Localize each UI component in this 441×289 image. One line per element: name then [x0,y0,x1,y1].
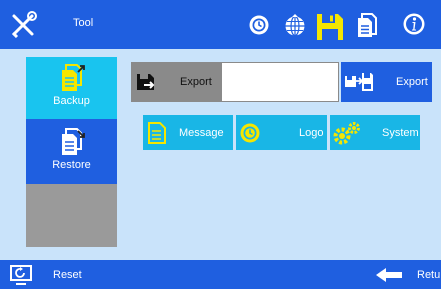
sidebar-item-restore[interactable]: Restore [26,121,117,183]
return-label: Retu [417,269,441,281]
clock-icon[interactable] [248,14,270,36]
logo-clock-icon [239,122,261,144]
reset-monitor-icon [10,265,32,285]
return-button[interactable]: Retu [374,264,441,286]
system-label: System [382,126,419,139]
export-path-input[interactable] [221,62,339,102]
export-copy-disk-icon [344,71,374,93]
export-disk-icon [136,72,156,92]
tools-icon[interactable] [10,10,38,38]
sidebar-item-label: Restore [52,159,91,171]
sidebar-empty-slot [26,184,117,247]
network-globe-icon[interactable] [283,13,307,37]
reset-button[interactable]: Reset [10,264,90,286]
message-document-icon [147,121,167,145]
export-button[interactable]: Export [341,62,432,102]
sidebar-item-label: Backup [53,95,90,107]
message-label: Message [179,126,224,139]
restore-document-icon [59,127,85,157]
message-button[interactable]: Message [143,115,233,150]
export-source-button[interactable]: Export [131,62,221,102]
export-left-label: Export [180,76,212,88]
backup-document-icon [59,63,85,93]
save-disk-icon[interactable] [314,11,346,43]
sidebar-item-backup[interactable]: Backup [26,57,117,119]
return-arrow-icon [374,267,404,283]
logo-label: Logo [299,126,324,139]
logo-button[interactable]: Logo [236,115,327,150]
info-icon[interactable] [402,12,426,36]
reset-label: Reset [53,269,82,281]
document-icon[interactable] [356,12,380,38]
export-right-label: Export [396,76,428,88]
page-title: Tool [73,17,94,29]
system-button[interactable]: System [330,115,420,150]
system-gears-icon [333,121,361,145]
